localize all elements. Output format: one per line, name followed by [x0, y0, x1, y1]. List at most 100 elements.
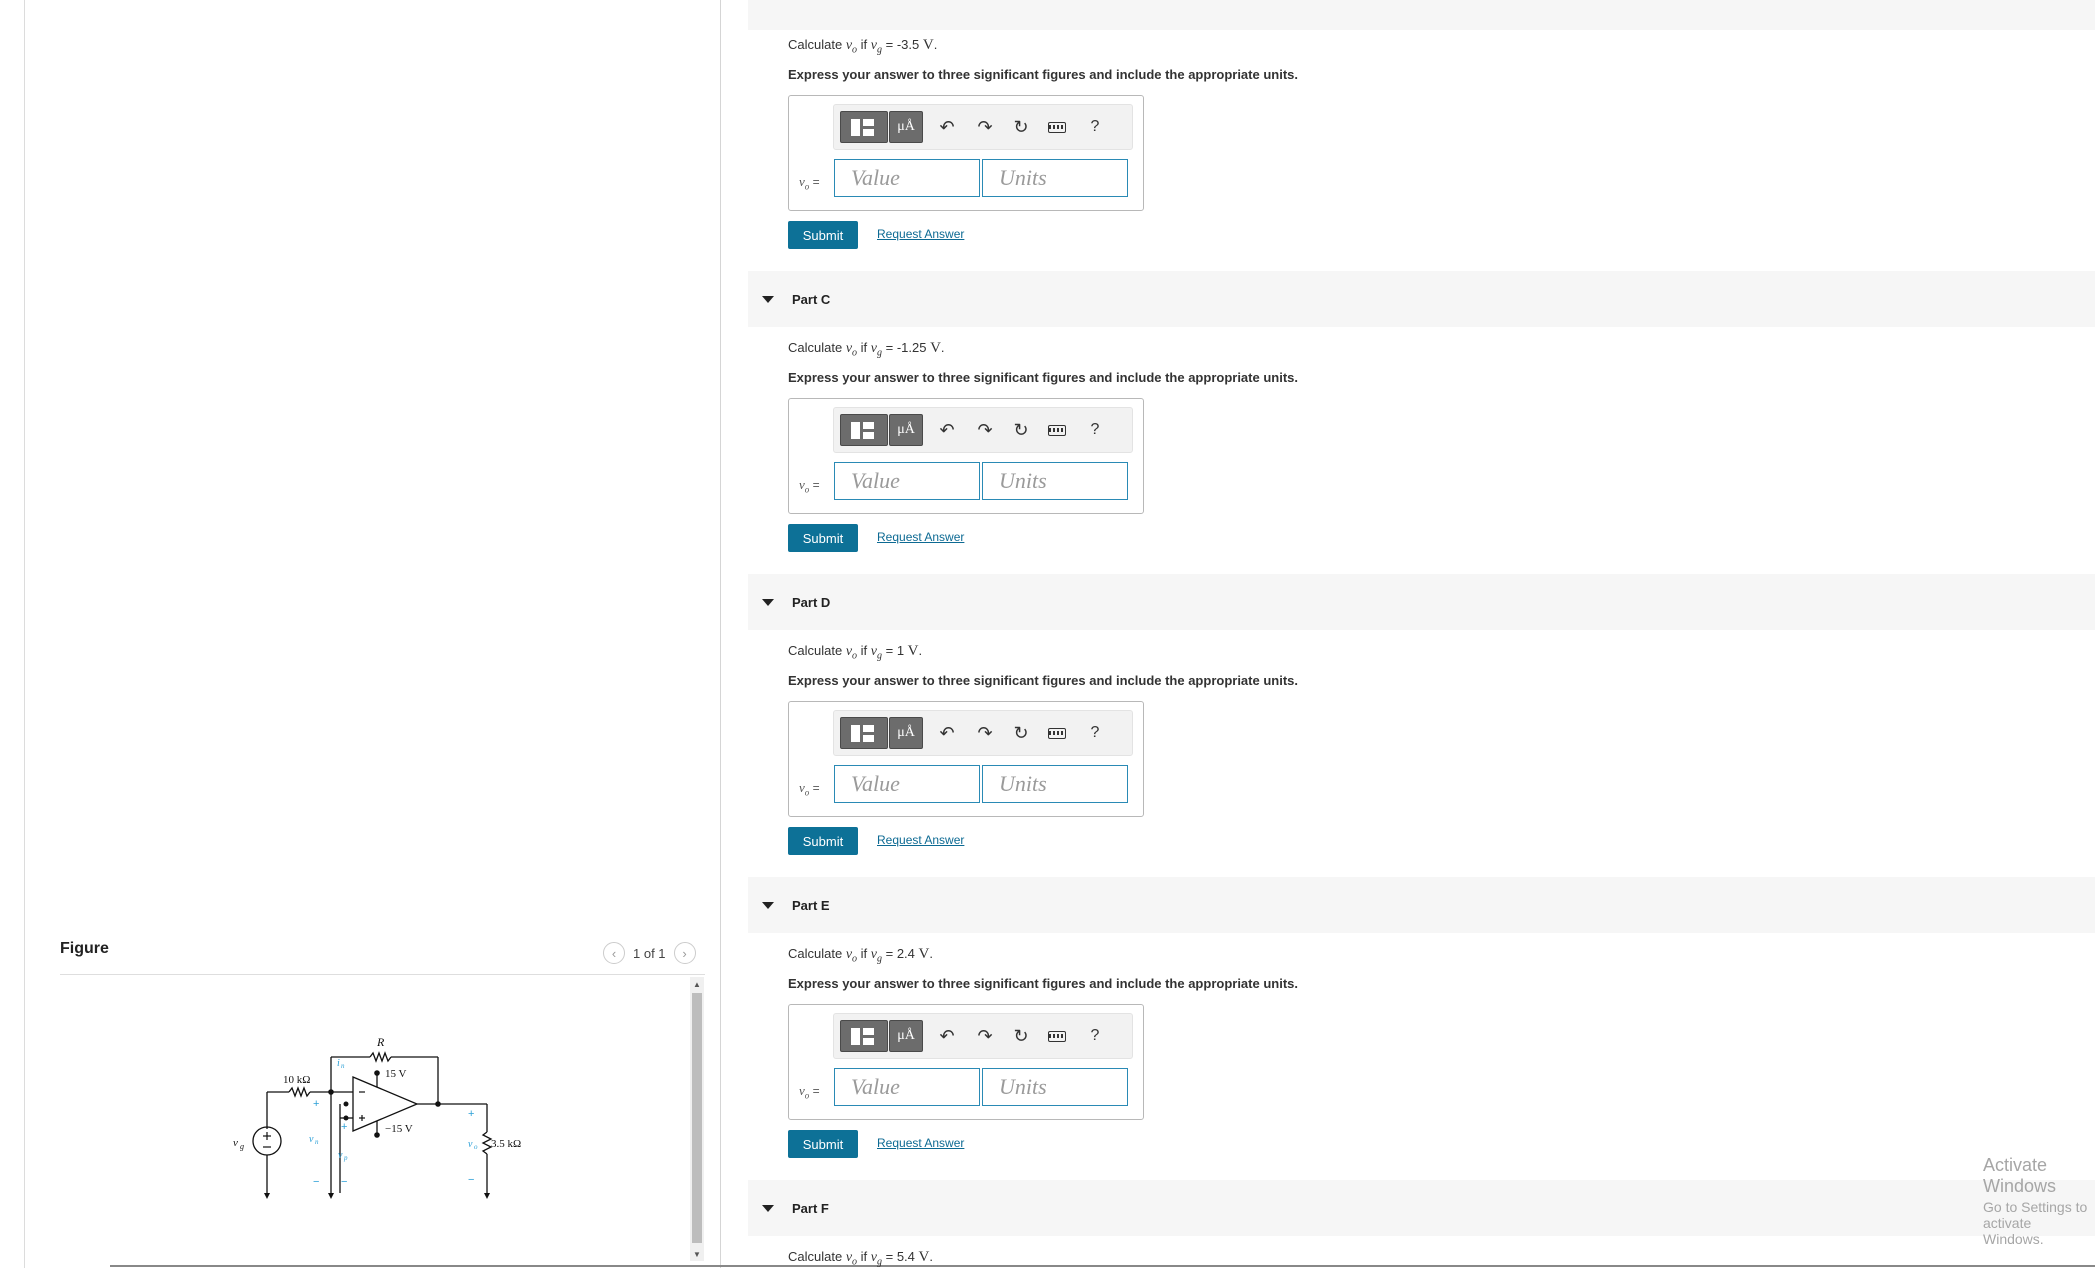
template-square-icon	[851, 725, 860, 742]
submit-button[interactable]: Submit	[788, 1130, 858, 1158]
part-f-header[interactable]: Part F	[748, 1180, 2095, 1236]
template-square-icon	[863, 119, 874, 126]
question-eq: =	[881, 1249, 897, 1264]
label-r: R	[376, 1035, 385, 1049]
value-input[interactable]	[834, 1068, 980, 1106]
units-input[interactable]	[982, 462, 1128, 500]
part-c-instruction: Express your answer to three significant…	[788, 370, 1298, 385]
submit-button[interactable]: Submit	[788, 524, 858, 552]
part-b-question: Calculate vo if vg = -3.5 V.	[788, 37, 938, 56]
caret-down-icon[interactable]	[762, 901, 774, 909]
circuit-diagram: R 10 kΩ 15 V −15 V v g 3.5 kΩ i n v n v …	[233, 1035, 521, 1199]
part-b-vg-value: -3.5	[896, 37, 920, 52]
undo-icon[interactable]: ↶	[933, 717, 961, 749]
template-square-icon	[851, 119, 860, 136]
help-icon[interactable]: ?	[1081, 717, 1109, 749]
template-square-icon	[863, 1028, 874, 1035]
help-icon[interactable]: ?	[1081, 111, 1109, 143]
reset-icon[interactable]: ↻	[1007, 414, 1035, 446]
sign-vp-minus: −	[341, 1176, 347, 1188]
question-prefix: Calculate	[788, 340, 846, 355]
units-button[interactable]: μÅ	[889, 717, 923, 749]
help-icon[interactable]: ?	[1081, 1020, 1109, 1052]
part-f-vg-value: 5.4	[896, 1249, 915, 1264]
value-input[interactable]	[834, 765, 980, 803]
reset-icon[interactable]: ↻	[1007, 111, 1035, 143]
undo-icon[interactable]: ↶	[933, 1020, 961, 1052]
template-square-icon	[851, 422, 860, 439]
redo-icon[interactable]: ↷	[971, 111, 999, 143]
templates-button[interactable]	[840, 414, 888, 446]
undo-icon[interactable]: ↶	[933, 414, 961, 446]
label-r-in: 10 kΩ	[283, 1074, 310, 1086]
help-icon[interactable]: ?	[1081, 414, 1109, 446]
units-button[interactable]: μÅ	[889, 111, 923, 143]
templates-button[interactable]	[840, 717, 888, 749]
scroll-down-icon[interactable]: ▼	[690, 1247, 704, 1261]
redo-icon[interactable]: ↷	[971, 1020, 999, 1052]
redo-icon[interactable]: ↷	[971, 717, 999, 749]
templates-button[interactable]	[840, 111, 888, 143]
keyboard-glyph	[1048, 121, 1066, 133]
request-answer-link[interactable]: Request Answer	[877, 530, 964, 544]
figure-scrollbar[interactable]: ▲ ▼	[690, 977, 704, 1261]
value-input[interactable]	[834, 159, 980, 197]
part-d-title: Part D	[792, 594, 831, 610]
template-square-icon	[863, 432, 874, 439]
sign-vo-plus: +	[468, 1108, 474, 1120]
request-answer-link[interactable]: Request Answer	[877, 227, 964, 241]
units-input[interactable]	[982, 765, 1128, 803]
left-border	[24, 0, 25, 1268]
part-b-answer-box: μÅ ↶ ↷ ↻? vo =	[788, 95, 1144, 211]
chevron-left-icon[interactable]: ‹	[603, 942, 625, 964]
part-d-answer-box: μÅ ↶ ↷ ↻? vo =	[788, 701, 1144, 817]
request-answer-link[interactable]: Request Answer	[877, 1136, 964, 1150]
reset-icon[interactable]: ↻	[1007, 717, 1035, 749]
part-c-vg-value: -1.25	[896, 340, 927, 355]
reset-icon[interactable]: ↻	[1007, 1020, 1035, 1052]
chevron-right-icon[interactable]: ›	[673, 942, 696, 964]
part-d-question: Calculate vo if vg = 1 V.	[788, 643, 923, 662]
math-toolbar: μÅ ↶ ↷ ↻?	[833, 1013, 1133, 1059]
caret-down-icon[interactable]	[762, 1204, 774, 1212]
undo-icon[interactable]: ↶	[933, 111, 961, 143]
part-e-vg-unit: V	[918, 946, 930, 962]
part-c-title: Part C	[792, 291, 831, 307]
label-vplus: 15 V	[385, 1068, 407, 1080]
part-e-vg-value: 2.4	[896, 946, 915, 961]
label-vo: v	[468, 1139, 473, 1150]
label-vn-sub: n	[315, 1138, 319, 1146]
caret-down-icon[interactable]	[762, 598, 774, 606]
part-c-header[interactable]: Part C	[748, 271, 2095, 327]
part-d-instruction: Express your answer to three significant…	[788, 673, 1298, 688]
template-square-icon	[863, 735, 874, 742]
figure-title: Figure	[60, 940, 109, 957]
part-e-instruction: Express your answer to three significant…	[788, 976, 1298, 991]
keyboard-icon[interactable]	[1043, 111, 1071, 143]
keyboard-icon[interactable]	[1043, 717, 1071, 749]
math-toolbar: μÅ ↶ ↷ ↻?	[833, 104, 1133, 150]
units-button[interactable]: μÅ	[889, 1020, 923, 1052]
submit-button[interactable]: Submit	[788, 827, 858, 855]
templates-button[interactable]	[840, 1020, 888, 1052]
scroll-up-icon[interactable]: ▲	[690, 977, 704, 991]
keyboard-icon[interactable]	[1043, 414, 1071, 446]
scroll-thumb[interactable]	[692, 993, 702, 1243]
panel-divider[interactable]	[720, 0, 721, 1268]
keyboard-icon[interactable]	[1043, 1020, 1071, 1052]
request-answer-link[interactable]: Request Answer	[877, 833, 964, 847]
redo-icon[interactable]: ↷	[971, 414, 999, 446]
part-e-header[interactable]: Part E	[748, 877, 2095, 933]
submit-button[interactable]: Submit	[788, 221, 858, 249]
part-b-instruction: Express your answer to three significant…	[788, 67, 1298, 82]
units-input[interactable]	[982, 1068, 1128, 1106]
keyboard-glyph	[1048, 1030, 1066, 1042]
units-input[interactable]	[982, 159, 1128, 197]
caret-down-icon[interactable]	[762, 295, 774, 303]
figure-page-count: 1 of 1	[633, 945, 666, 961]
part-d-header[interactable]: Part D	[748, 574, 2095, 630]
units-button[interactable]: μÅ	[889, 414, 923, 446]
value-input[interactable]	[834, 462, 980, 500]
figure-pager: ‹ 1 of 1 ›	[603, 942, 696, 964]
label-vg: v	[233, 1137, 238, 1149]
